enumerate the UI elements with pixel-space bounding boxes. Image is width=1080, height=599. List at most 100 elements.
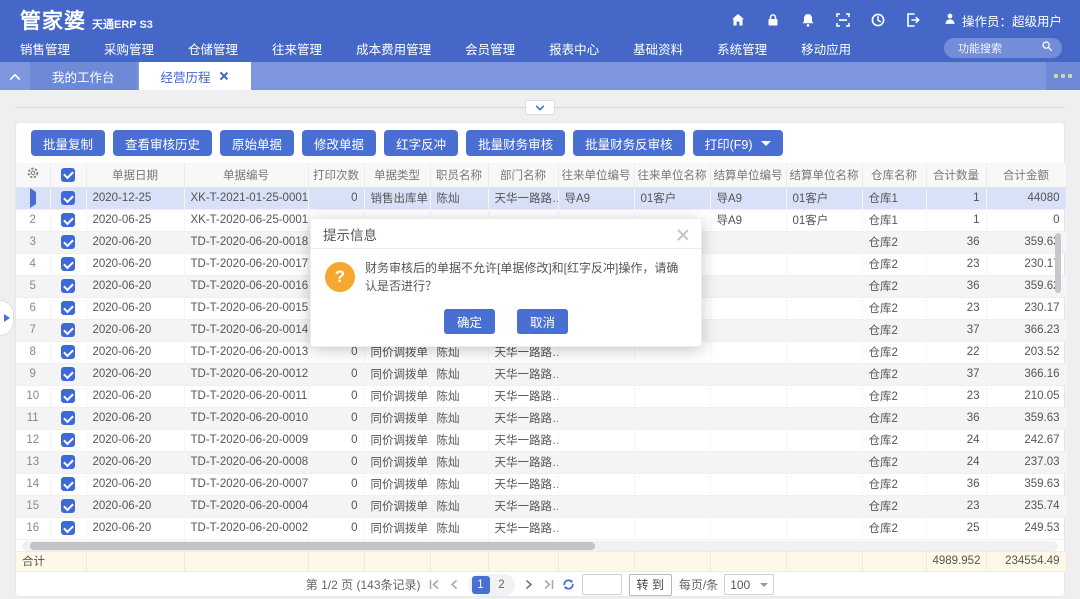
row-checkbox[interactable] <box>61 345 75 359</box>
row-checkbox[interactable] <box>61 521 75 535</box>
menu-item-4[interactable]: 成本费用管理 <box>356 39 431 58</box>
column-header-pname[interactable]: 往来单位名称 <box>634 163 710 187</box>
page-button-1[interactable]: 1 <box>472 576 490 594</box>
cell-sname <box>786 451 862 473</box>
table-row[interactable]: 92020-06-20TD-T-2020-06-20-00120同价调拨单陈灿天… <box>16 363 1066 385</box>
menu-item-0[interactable]: 销售管理 <box>20 39 70 58</box>
menu-item-3[interactable]: 往来管理 <box>272 39 322 58</box>
last-page-icon[interactable] <box>542 578 555 591</box>
tab-1[interactable]: 经营历程 <box>139 62 251 90</box>
menu-item-9[interactable]: 移动应用 <box>801 39 851 58</box>
column-header-amt[interactable]: 合计金额 <box>986 163 1066 187</box>
cancel-button[interactable]: 取消 <box>517 309 568 334</box>
column-header-date[interactable]: 单据日期 <box>86 163 184 187</box>
menu-item-6[interactable]: 报表中心 <box>549 39 599 58</box>
tab-label: 经营历程 <box>161 67 211 86</box>
per-page-select[interactable]: 100 <box>724 574 774 595</box>
cell-amt: 249.53 <box>986 517 1066 539</box>
home-icon[interactable] <box>730 12 746 28</box>
table-row[interactable]: 2020-12-25XK-T-2021-01-25-00010销售出库单陈灿天华… <box>16 187 1066 209</box>
page-button-2[interactable]: 2 <box>493 576 511 594</box>
row-checkbox[interactable] <box>61 257 75 271</box>
scan-icon[interactable] <box>835 12 851 28</box>
first-page-icon[interactable] <box>428 578 441 591</box>
row-checkbox[interactable] <box>61 235 75 249</box>
toolbar-button-0[interactable]: 批量复制 <box>31 130 105 156</box>
toolbar-button-5[interactable]: 批量财务审核 <box>466 130 565 156</box>
row-checkbox[interactable] <box>61 477 75 491</box>
toolbar-button-1[interactable]: 查看审核历史 <box>113 130 212 156</box>
function-search-input[interactable]: 功能搜索 <box>944 38 1062 58</box>
row-checkbox[interactable] <box>61 389 75 403</box>
goto-page-button[interactable]: 转 到 <box>629 574 672 596</box>
table-row[interactable]: 132020-06-20TD-T-2020-06-20-00080同价调拨单陈灿… <box>16 451 1066 473</box>
table-row[interactable]: 142020-06-20TD-T-2020-06-20-00070同价调拨单陈灿… <box>16 473 1066 495</box>
tab-close-icon[interactable] <box>219 71 229 81</box>
refresh-icon[interactable] <box>562 578 575 591</box>
column-header-scode[interactable]: 结算单位编号 <box>710 163 786 187</box>
row-checkbox[interactable] <box>61 499 75 513</box>
search-icon[interactable] <box>1041 39 1053 57</box>
collapse-tabs-icon[interactable] <box>0 62 30 90</box>
side-panel-expander[interactable] <box>0 300 14 336</box>
table-row[interactable]: 102020-06-20TD-T-2020-06-20-00110同价调拨单陈灿… <box>16 385 1066 407</box>
row-checkbox[interactable] <box>61 411 75 425</box>
table-row[interactable]: 112020-06-20TD-T-2020-06-20-00100同价调拨单陈灿… <box>16 407 1066 429</box>
filter-collapse-button[interactable] <box>525 100 555 115</box>
cell-amt: 359.63 <box>986 407 1066 429</box>
summary-code <box>184 551 308 571</box>
column-header-sname[interactable]: 结算单位名称 <box>786 163 862 187</box>
row-checkbox[interactable] <box>61 279 75 293</box>
operator-label[interactable]: 操作员：超级用户 <box>943 11 1062 30</box>
column-header-prints[interactable]: 打印次数 <box>308 163 364 187</box>
cell-pcode: 导A9 <box>558 187 634 209</box>
table-row[interactable]: 122020-06-20TD-T-2020-06-20-00090同价调拨单陈灿… <box>16 429 1066 451</box>
toolbar-button-6[interactable]: 批量财务反审核 <box>573 130 685 156</box>
cell-emp: 陈灿 <box>430 385 488 407</box>
print-button[interactable]: 打印(F9) <box>693 130 783 156</box>
table-row[interactable]: 162020-06-20TD-T-2020-06-20-00020同价调拨单陈灿… <box>16 517 1066 539</box>
row-checkbox[interactable] <box>61 191 75 205</box>
row-checkbox[interactable] <box>61 433 75 447</box>
goto-page-input[interactable] <box>582 574 622 595</box>
column-header-pcode[interactable]: 往来单位编号 <box>558 163 634 187</box>
confirm-button[interactable]: 确定 <box>444 309 495 334</box>
column-header-code[interactable]: 单据编号 <box>184 163 308 187</box>
toolbar-button-4[interactable]: 红字反冲 <box>384 130 458 156</box>
cell-amt: 0 <box>986 209 1066 231</box>
horizontal-scrollbar[interactable] <box>30 542 595 550</box>
column-header-emp[interactable]: 职员名称 <box>430 163 488 187</box>
row-checkbox[interactable] <box>61 301 75 315</box>
menu-item-1[interactable]: 采购管理 <box>104 39 154 58</box>
lock-icon[interactable] <box>765 12 781 28</box>
cell-date: 2020-06-20 <box>86 363 184 385</box>
tab-0[interactable]: 我的工作台 <box>30 62 137 90</box>
logout-icon[interactable] <box>905 12 921 28</box>
history-icon[interactable] <box>870 12 886 28</box>
tab-overflow-button[interactable] <box>1046 62 1080 90</box>
select-all-checkbox[interactable] <box>61 168 75 182</box>
vertical-scrollbar[interactable] <box>1055 233 1061 293</box>
menu-item-7[interactable]: 基础资料 <box>633 39 683 58</box>
row-checkbox[interactable] <box>61 455 75 469</box>
gear-icon[interactable] <box>26 166 40 180</box>
menu-item-8[interactable]: 系统管理 <box>717 39 767 58</box>
column-header-wh[interactable]: 仓库名称 <box>862 163 926 187</box>
column-header-qty[interactable]: 合计数量 <box>926 163 986 187</box>
toolbar-button-3[interactable]: 修改单据 <box>302 130 376 156</box>
row-checkbox[interactable] <box>61 323 75 337</box>
row-checkbox[interactable] <box>61 213 75 227</box>
column-header-type[interactable]: 单据类型 <box>364 163 430 187</box>
menu-item-2[interactable]: 仓储管理 <box>188 39 238 58</box>
bell-icon[interactable] <box>800 12 816 28</box>
table-row[interactable]: 152020-06-20TD-T-2020-06-20-00040同价调拨单陈灿… <box>16 495 1066 517</box>
prev-page-icon[interactable] <box>448 578 461 591</box>
cell-date: 2020-06-20 <box>86 429 184 451</box>
row-checkbox[interactable] <box>61 367 75 381</box>
cell-code: TD-T-2020-06-20-0009 <box>184 429 308 451</box>
column-header-dept[interactable]: 部门名称 <box>488 163 558 187</box>
menu-item-5[interactable]: 会员管理 <box>465 39 515 58</box>
toolbar-button-2[interactable]: 原始单据 <box>220 130 294 156</box>
next-page-icon[interactable] <box>522 578 535 591</box>
dialog-close-icon[interactable] <box>677 228 689 240</box>
